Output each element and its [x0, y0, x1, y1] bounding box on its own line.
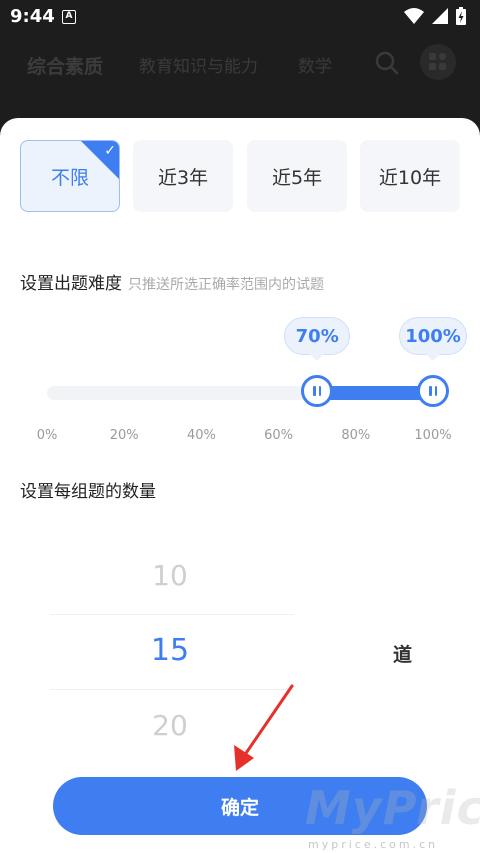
- tick-label: 80%: [341, 428, 371, 443]
- status-time: 9:44: [10, 6, 55, 27]
- tick-label: 40%: [186, 428, 216, 443]
- settings-sheet: 不限 ✓ 近3年 近5年 近10年 设置出题难度 只推送所选正确率范围内的试题 7…: [0, 118, 480, 853]
- year-option-unlimited[interactable]: 不限 ✓: [20, 140, 120, 212]
- tab-zonghe[interactable]: 综合素质: [27, 52, 103, 79]
- signal-icon: [432, 8, 448, 24]
- check-icon: ✓: [104, 143, 116, 159]
- year-option-label: 近5年: [271, 166, 323, 189]
- quantity-option[interactable]: 10: [130, 559, 210, 592]
- tab-shuxue[interactable]: 数学: [298, 52, 332, 77]
- status-bar: 9:44 A: [0, 0, 480, 34]
- handle-grip-icon: [313, 386, 322, 396]
- status-icons: [404, 7, 466, 25]
- watermark-url: myprice.com.cn: [308, 838, 439, 851]
- picker-divider: [50, 614, 294, 615]
- difficulty-slider-range: [317, 386, 433, 400]
- difficulty-section-title: 设置出题难度 只推送所选正确率范围内的试题: [20, 269, 324, 294]
- battery-icon: [456, 7, 466, 25]
- year-option-label: 近10年: [378, 166, 442, 189]
- grid-apps-icon[interactable]: [420, 44, 456, 80]
- quantity-unit: 道: [393, 644, 413, 666]
- year-option-label: 近3年: [157, 166, 209, 189]
- quantity-option-selected[interactable]: 15: [130, 633, 210, 668]
- tick-label: 0%: [36, 428, 58, 443]
- app-header: 综合素质 教育知识与能力 数学: [0, 34, 480, 124]
- wifi-icon: [404, 8, 424, 24]
- notification-icon: A: [62, 10, 76, 24]
- watermark-logo: MyPrice: [305, 781, 480, 835]
- tab-jiaoyu[interactable]: 教育知识与能力: [139, 52, 258, 77]
- quantity-option[interactable]: 20: [130, 709, 210, 742]
- low-value-bubble: 70%: [284, 317, 351, 361]
- high-value-bubble: 100%: [399, 317, 467, 361]
- tick-label: 60%: [264, 428, 294, 443]
- slider-handle-high[interactable]: [417, 375, 449, 407]
- quantity-title: 设置每组题的数量: [20, 482, 156, 502]
- tick-label: 20%: [109, 428, 139, 443]
- tick-label: 100%: [414, 428, 452, 443]
- slider-handle-low[interactable]: [301, 375, 334, 407]
- year-option-10y[interactable]: 近10年: [360, 140, 460, 212]
- year-option-3y[interactable]: 近3年: [133, 140, 233, 212]
- annotation-arrow-icon: [234, 684, 294, 771]
- year-option-5y[interactable]: 近5年: [247, 140, 347, 212]
- difficulty-subtitle: 只推送所选正确率范围内的试题: [128, 277, 324, 293]
- handle-grip-icon: [429, 386, 437, 396]
- search-icon[interactable]: [374, 50, 400, 76]
- difficulty-title: 设置出题难度: [20, 274, 122, 294]
